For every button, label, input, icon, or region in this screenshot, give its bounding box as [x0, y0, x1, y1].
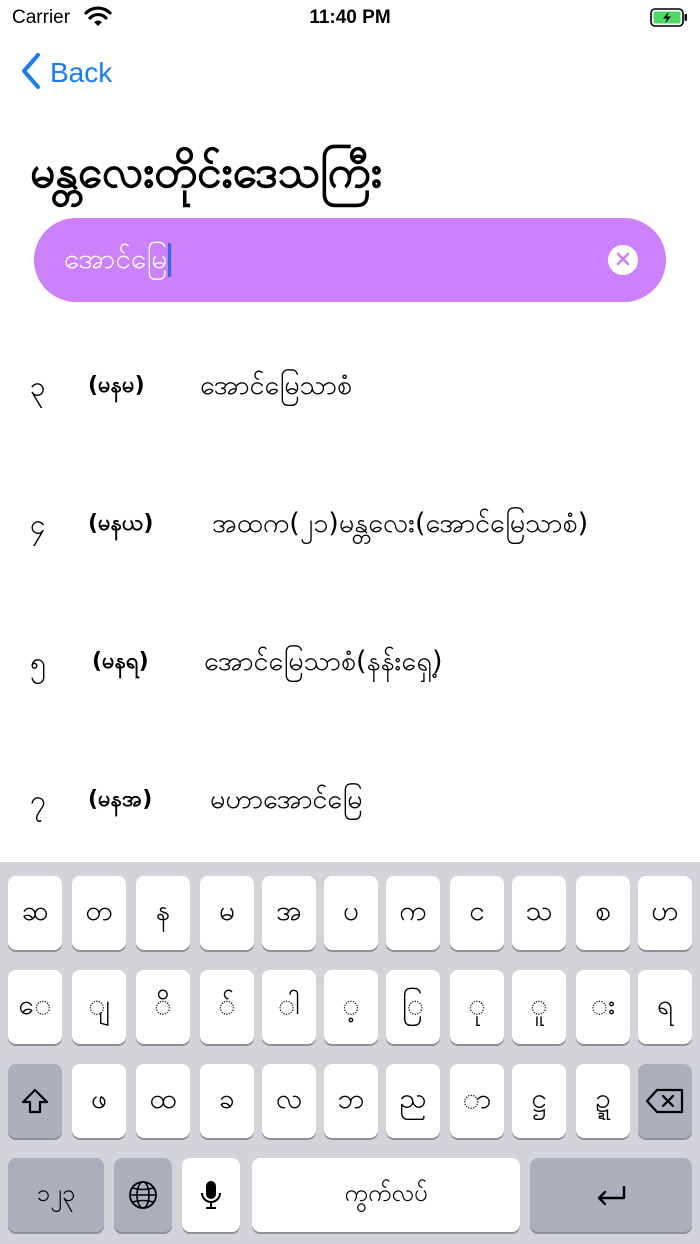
- clear-icon: [616, 251, 630, 270]
- back-button[interactable]: Back: [20, 52, 113, 94]
- result-code: (မနမ): [88, 373, 145, 398]
- page-title: မန္တလေးတိုင်းဒေသကြီး: [30, 147, 382, 198]
- numbers-key[interactable]: ၁၂၃: [8, 1158, 104, 1232]
- key-row3-6[interactable]: ည: [386, 1064, 440, 1138]
- key-row1-6[interactable]: ပ: [324, 876, 378, 950]
- list-item[interactable]: ၃ (မနမ) အောင်မြေသာစံ: [0, 318, 700, 456]
- result-name: အထက(၂၁)မန္တလေး(အောင်မြေသာစံ): [212, 508, 589, 539]
- back-label: Back: [50, 57, 113, 88]
- key-row2-9[interactable]: ◌ူ: [512, 970, 566, 1044]
- search-field[interactable]: အောင်မြေ: [34, 218, 666, 302]
- list-item[interactable]: ၄ (မနယ) အထက(၂၁)မန္တလေး(အောင်မြေသာစံ): [0, 456, 700, 594]
- space-key[interactable]: ကွက်လပ်: [252, 1158, 520, 1232]
- result-code: (မနယ): [88, 511, 154, 536]
- key-row3-7[interactable]: ◌ာ: [450, 1064, 504, 1138]
- key-row2-6[interactable]: ◌့: [324, 970, 378, 1044]
- result-name: အောင်မြေသာစံ(နန်းရှေ့): [204, 646, 443, 677]
- result-name: မဟာအောင်မြေ: [210, 784, 363, 815]
- key-row1-7[interactable]: က: [386, 876, 440, 950]
- keyboard: ဆ တ န မ အ ပ က င သ စ ဟ ◌ေ ◌ျ ◌ိ ◌် ◌ါ ◌့ …: [0, 862, 700, 1244]
- key-row1-8[interactable]: င: [450, 876, 504, 950]
- result-name: အောင်မြေသာစံ: [200, 370, 353, 401]
- key-row3-5[interactable]: ဘ: [324, 1064, 378, 1138]
- result-number: ၇: [30, 784, 46, 817]
- search-value: အောင်မြေ: [64, 242, 168, 275]
- globe-key[interactable]: [114, 1158, 172, 1232]
- status-time: 11:40 PM: [309, 7, 391, 28]
- return-key[interactable]: [530, 1158, 692, 1232]
- microphone-key[interactable]: [182, 1158, 240, 1232]
- key-row1-11[interactable]: ဟ: [638, 876, 692, 950]
- key-row3-9[interactable]: ဍ္ဍ: [576, 1064, 630, 1138]
- key-row3-2[interactable]: ထ: [136, 1064, 190, 1138]
- key-row1-5[interactable]: အ: [262, 876, 316, 950]
- result-code: (မနအ): [88, 787, 153, 812]
- delete-icon: [645, 1088, 685, 1114]
- text-cursor: [168, 243, 172, 277]
- globe-icon: [127, 1179, 159, 1211]
- key-row3-4[interactable]: လ: [262, 1064, 316, 1138]
- key-row1-1[interactable]: ဆ: [8, 876, 62, 950]
- list-item[interactable]: ၇ (မနအ) မဟာအောင်မြေ: [0, 732, 700, 870]
- key-row2-2[interactable]: ◌ျ: [72, 970, 126, 1044]
- chevron-left-icon: [20, 52, 42, 94]
- return-icon: [594, 1183, 628, 1207]
- key-row2-1[interactable]: ◌ေ: [8, 970, 62, 1044]
- key-row1-4[interactable]: မ: [200, 876, 254, 950]
- shift-icon: [20, 1087, 50, 1115]
- key-row2-3[interactable]: ◌ိ: [136, 970, 190, 1044]
- key-row1-10[interactable]: စ: [576, 876, 630, 950]
- key-row1-3[interactable]: န: [136, 876, 190, 950]
- key-row2-4[interactable]: ◌်: [200, 970, 254, 1044]
- result-number: ၅: [30, 646, 46, 679]
- search-input[interactable]: အောင်မြေ: [64, 240, 172, 282]
- result-number: ၄: [30, 508, 46, 541]
- key-row2-5[interactable]: ◌ါ: [262, 970, 316, 1044]
- key-row2-10[interactable]: ◌း: [576, 970, 630, 1044]
- result-code: (မနရ): [92, 649, 149, 674]
- result-number: ၃: [30, 370, 46, 403]
- key-row1-2[interactable]: တ: [72, 876, 126, 950]
- list-item[interactable]: ၅ (မနရ) အောင်မြေသာစံ(နန်းရှေ့): [0, 594, 700, 732]
- key-row3-1[interactable]: ဖ: [72, 1064, 126, 1138]
- battery-charging-icon: [650, 8, 688, 27]
- key-row2-11[interactable]: ရ: [638, 970, 692, 1044]
- clear-button[interactable]: [608, 245, 638, 275]
- microphone-icon: [200, 1179, 222, 1211]
- status-bar: Carrier 11:40 PM: [0, 0, 700, 40]
- key-row3-8[interactable]: ဋ္ဌ: [512, 1064, 566, 1138]
- delete-key[interactable]: [638, 1064, 692, 1138]
- key-row2-8[interactable]: ◌ု: [450, 970, 504, 1044]
- key-row1-9[interactable]: သ: [512, 876, 566, 950]
- key-row3-3[interactable]: ခ: [200, 1064, 254, 1138]
- key-row2-7[interactable]: ◌ြ: [386, 970, 440, 1044]
- shift-key[interactable]: [8, 1064, 62, 1138]
